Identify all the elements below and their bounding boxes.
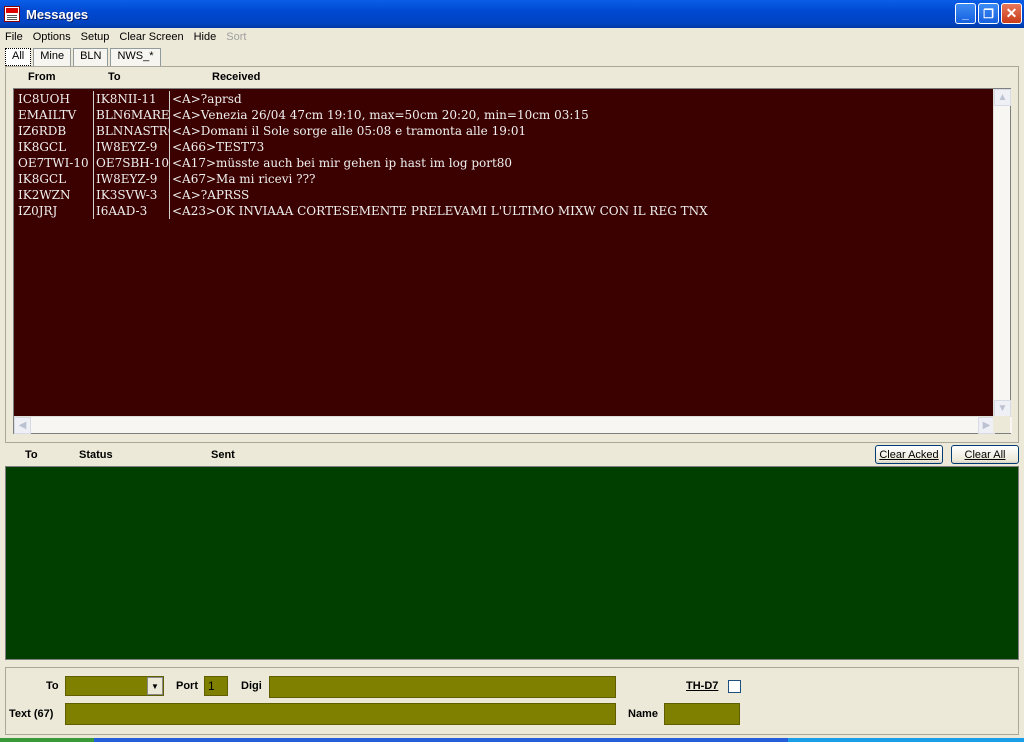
- clear-all-button[interactable]: Clear All: [951, 445, 1019, 464]
- message-to: IW8EYZ-9: [94, 139, 170, 155]
- scroll-up-icon[interactable]: ▲: [994, 89, 1011, 106]
- message-text: <A>?APRSS: [172, 188, 250, 202]
- message-to: BLN6MAREA: [96, 107, 170, 123]
- menu-options[interactable]: Options: [28, 31, 76, 43]
- menu-clear-screen[interactable]: Clear Screen: [114, 31, 188, 43]
- message-row[interactable]: IC8UOH IK8NII-11 <A>?aprsd: [16, 91, 992, 107]
- clear-all-label: Clear All: [964, 448, 1006, 461]
- message-text: <A23>OK INVIAAA CORTESEMENTE PRELEVAMI L…: [172, 204, 708, 218]
- message-from: IZ0JRJ: [16, 203, 94, 219]
- thd7-checkbox[interactable]: [728, 680, 741, 693]
- to-label: To: [46, 680, 59, 692]
- port-label: Port: [176, 680, 198, 692]
- message-row[interactable]: IZ0JRJ I6AAD-3 <A23>OK INVIAAA CORTESEMENT…: [16, 203, 992, 219]
- message-text: <A66>TEST73: [172, 140, 265, 154]
- restore-icon: ❐: [983, 6, 994, 21]
- sent-header-status[interactable]: Status: [79, 449, 113, 461]
- text-label: Text (67): [9, 708, 54, 720]
- horizontal-scrollbar[interactable]: ◀ ▶: [14, 416, 1012, 434]
- received-list[interactable]: IC8UOHIK8NII-11<A>?aprsdEMAILTVBLN6MAREA…: [13, 88, 1012, 434]
- digi-field[interactable]: [269, 676, 616, 698]
- menu-sort: Sort: [226, 31, 247, 43]
- tab-all[interactable]: All: [5, 48, 32, 66]
- message-from: OE7TWI-10: [16, 155, 94, 171]
- scroll-left-icon[interactable]: ◀: [14, 417, 31, 434]
- received-rows: IC8UOHIK8NII-11<A>?aprsdEMAILTVBLN6MAREA…: [16, 91, 992, 219]
- message-to: IK3SVW-3: [94, 187, 170, 203]
- sent-header-to[interactable]: To: [25, 449, 38, 461]
- message-to: OE7SBH-10: [96, 155, 170, 171]
- sent-header-sent[interactable]: Sent: [211, 449, 235, 461]
- message-text: <A>Domani il Sole sorge alle 05:08 e tra…: [172, 124, 527, 138]
- message-text: <A>Venezia 26/04 47cm 19:10, max=50cm 20…: [172, 108, 589, 122]
- message-text: <A>?aprsd: [172, 92, 242, 106]
- message-to: I6AAD-3: [94, 203, 170, 219]
- text-field[interactable]: [65, 703, 616, 725]
- message-row[interactable]: EMAILTVBLN6MAREA<A>Venezia 26/04 47cm 19…: [16, 107, 992, 123]
- menu-bar: File Options Setup Clear Screen Hide Sor…: [0, 28, 1024, 46]
- message-text: <A17>müsste auch bei mir gehen ip hast i…: [172, 156, 513, 170]
- tab-mine[interactable]: Mine: [33, 48, 72, 66]
- message-from: IK8GCL: [16, 139, 94, 155]
- compose-panel: To ▼ Port 1 Digi TH-D7 Text (67) Name: [5, 667, 1019, 735]
- message-to: IK8NII-11: [94, 91, 170, 107]
- to-combobox[interactable]: ▼: [65, 676, 164, 696]
- minimize-icon: _: [962, 6, 969, 21]
- header-from[interactable]: From: [28, 71, 56, 83]
- scroll-corner: [993, 416, 1010, 433]
- message-from: IZ6RDB: [16, 123, 94, 139]
- menu-hide[interactable]: Hide: [189, 31, 222, 43]
- message-to: IW8EYZ-9: [94, 171, 170, 187]
- tab-nws[interactable]: NWS_*: [110, 48, 161, 66]
- thd7-label: TH-D7: [686, 680, 719, 692]
- window-title: Messages: [26, 6, 89, 22]
- menu-file[interactable]: File: [0, 31, 28, 43]
- message-from: IK8GCL: [16, 171, 94, 187]
- taskbar-strip: [0, 738, 1024, 742]
- scroll-down-icon[interactable]: ▼: [994, 400, 1011, 417]
- message-row[interactable]: IK2WZN IK3SVW-3 <A>?APRSS: [16, 187, 992, 203]
- message-row[interactable]: IK8GCL IW8EYZ-9 <A66>TEST73: [16, 139, 992, 155]
- app-icon[interactable]: [4, 6, 20, 22]
- header-to[interactable]: To: [108, 71, 121, 83]
- port-field[interactable]: 1: [204, 676, 228, 696]
- maximize-button[interactable]: ❐: [978, 3, 999, 24]
- message-from: EMAILTV: [16, 107, 94, 123]
- digi-label: Digi: [241, 680, 262, 692]
- name-label: Name: [628, 708, 658, 720]
- close-button[interactable]: ✕: [1001, 3, 1022, 24]
- message-row[interactable]: OE7TWI-10 OE7SBH-10 <A17>müsste auch bei m…: [16, 155, 992, 171]
- filter-tabs: All Mine BLN NWS_*: [5, 48, 163, 67]
- message-row[interactable]: IZ6RDB BLNNASTRO <A>Domani il Sole sorge a…: [16, 123, 992, 139]
- message-row[interactable]: IK8GCL IW8EYZ-9 <A67>Ma mi ricevi ???: [16, 171, 992, 187]
- chevron-down-icon[interactable]: ▼: [147, 677, 163, 695]
- sent-list[interactable]: [5, 466, 1019, 660]
- clear-acked-button[interactable]: Clear Acked: [875, 445, 943, 464]
- message-text: <A67>Ma mi ricevi ???: [172, 172, 316, 186]
- menu-setup[interactable]: Setup: [76, 31, 115, 43]
- title-bar: Messages _ ❐ ✕: [0, 0, 1024, 28]
- vertical-scrollbar[interactable]: ▲ ▼: [993, 89, 1011, 417]
- received-panel: From To Received IC8UOH IK8NII-11 <A>?aprs…: [5, 66, 1019, 443]
- minimize-button[interactable]: _: [955, 3, 976, 24]
- close-icon: ✕: [1005, 5, 1018, 21]
- name-field[interactable]: [664, 703, 740, 725]
- message-from: IK2WZN: [16, 187, 94, 203]
- message-from: IC8UOH: [16, 91, 94, 107]
- message-to: BLNNASTRO: [96, 123, 170, 139]
- header-received[interactable]: Received: [212, 71, 260, 83]
- tab-bln[interactable]: BLN: [73, 48, 109, 66]
- clear-acked-label: Clear Acked: [879, 448, 939, 461]
